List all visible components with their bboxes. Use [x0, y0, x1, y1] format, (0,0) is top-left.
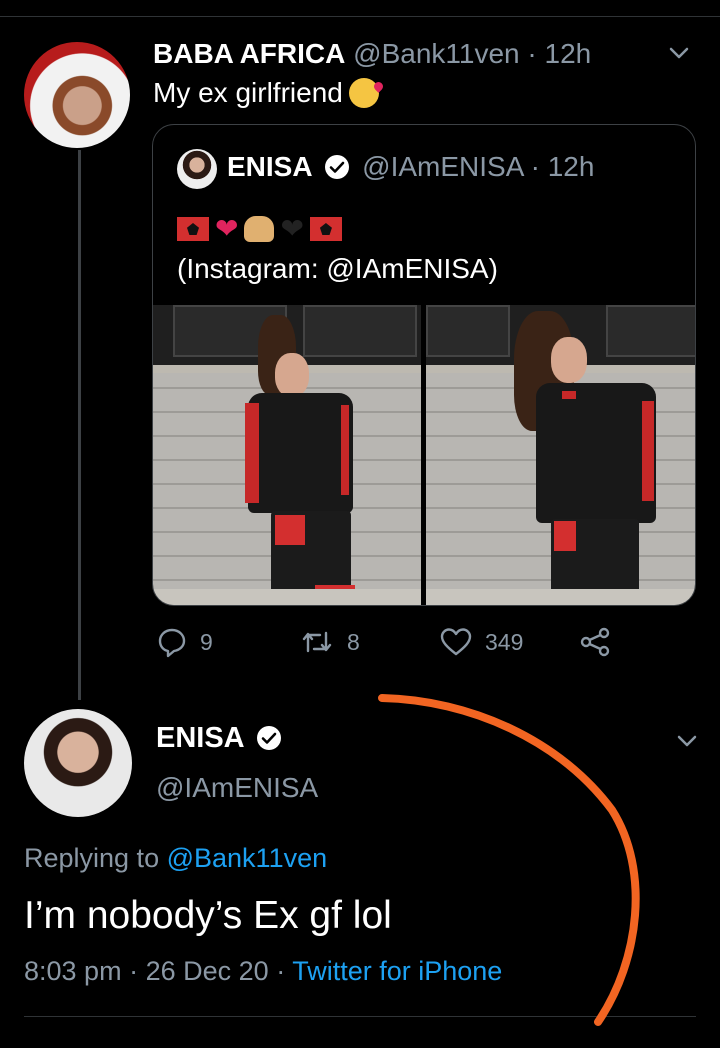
albania-flag-icon: [177, 217, 209, 241]
quoted-photo-2[interactable]: [426, 305, 695, 605]
separator: ·: [530, 151, 540, 182]
tweet-text-content: My ex girlfriend: [153, 77, 343, 108]
kissing-face-emoji-icon: [348, 78, 379, 108]
separator: ·: [527, 38, 537, 69]
main-tweet-text: My ex girlfriend: [153, 77, 379, 109]
reply-count: 9: [200, 628, 213, 655]
quoted-tweet-header: ENISA @IAmENISA · 12h: [227, 151, 594, 183]
avatar-baba-africa[interactable]: [24, 42, 130, 148]
replying-to-handle-link[interactable]: @Bank11ven: [167, 843, 328, 873]
reply-icon: [156, 626, 188, 658]
share-action[interactable]: [578, 626, 612, 658]
reply-author-name-row: ENISA: [156, 722, 286, 755]
reply-author-name[interactable]: ENISA: [156, 722, 244, 754]
heart-icon: [439, 626, 473, 658]
reply-time: 8:03 pm: [24, 956, 122, 986]
chevron-down-icon[interactable]: [676, 730, 698, 752]
retweet-count: 8: [347, 628, 360, 655]
like-action[interactable]: 349: [439, 626, 523, 658]
replying-prefix: Replying to: [24, 843, 160, 873]
source-link[interactable]: Twitter for iPhone: [292, 956, 502, 986]
retweet-action[interactable]: 8: [299, 626, 360, 658]
reply-tweet-text: I’m nobody’s Ex gf lol: [24, 894, 392, 937]
raising-hands-icon: [244, 216, 275, 242]
quoted-tweet-card[interactable]: ENISA @IAmENISA · 12h ❤ ❤ (Instagram: @I…: [152, 124, 696, 606]
bottom-divider: [24, 1016, 696, 1017]
quoted-author-avatar: [177, 149, 217, 189]
black-heart-icon: ❤: [280, 213, 304, 244]
verified-badge-icon: [256, 725, 282, 751]
replying-to-line: Replying to @Bank11ven: [24, 843, 327, 874]
albania-flag-icon: [309, 217, 342, 241]
like-count: 349: [485, 628, 524, 655]
top-divider: [0, 16, 720, 17]
quoted-tweet-time: 12h: [547, 151, 595, 182]
reply-author-handle[interactable]: @IAmENISA: [156, 772, 318, 804]
quoted-emoji-row: ❤ ❤: [177, 213, 342, 245]
separator: ·: [276, 956, 286, 986]
quoted-tweet-text: (Instagram: @IAmENISA): [177, 253, 498, 284]
quoted-photo-1[interactable]: [153, 305, 421, 605]
main-tweet-header: BABA AFRICA @Bank11ven · 12h: [153, 38, 591, 70]
chevron-down-icon[interactable]: [668, 42, 690, 64]
retweet-icon: [299, 626, 335, 658]
verified-badge-icon: [324, 154, 350, 180]
thread-connector-line: [78, 150, 81, 700]
tweet-action-bar: 9 8 349: [156, 626, 626, 666]
reply-date: 26 Dec 20: [145, 956, 269, 986]
quoted-author-name: ENISA: [227, 151, 313, 182]
avatar-enisa[interactable]: [24, 709, 132, 817]
share-icon: [578, 626, 612, 658]
tweet-time[interactable]: 12h: [545, 38, 592, 69]
quoted-author-handle: @IAmENISA: [362, 151, 523, 182]
author-name[interactable]: BABA AFRICA: [153, 38, 345, 69]
separator: ·: [129, 956, 139, 986]
author-handle[interactable]: @Bank11ven: [353, 38, 519, 69]
red-heart-icon: ❤: [215, 213, 239, 244]
reply-tweet-meta: 8:03 pm · 26 Dec 20 · Twitter for iPhone: [24, 956, 502, 987]
reply-action[interactable]: 9: [156, 626, 213, 658]
